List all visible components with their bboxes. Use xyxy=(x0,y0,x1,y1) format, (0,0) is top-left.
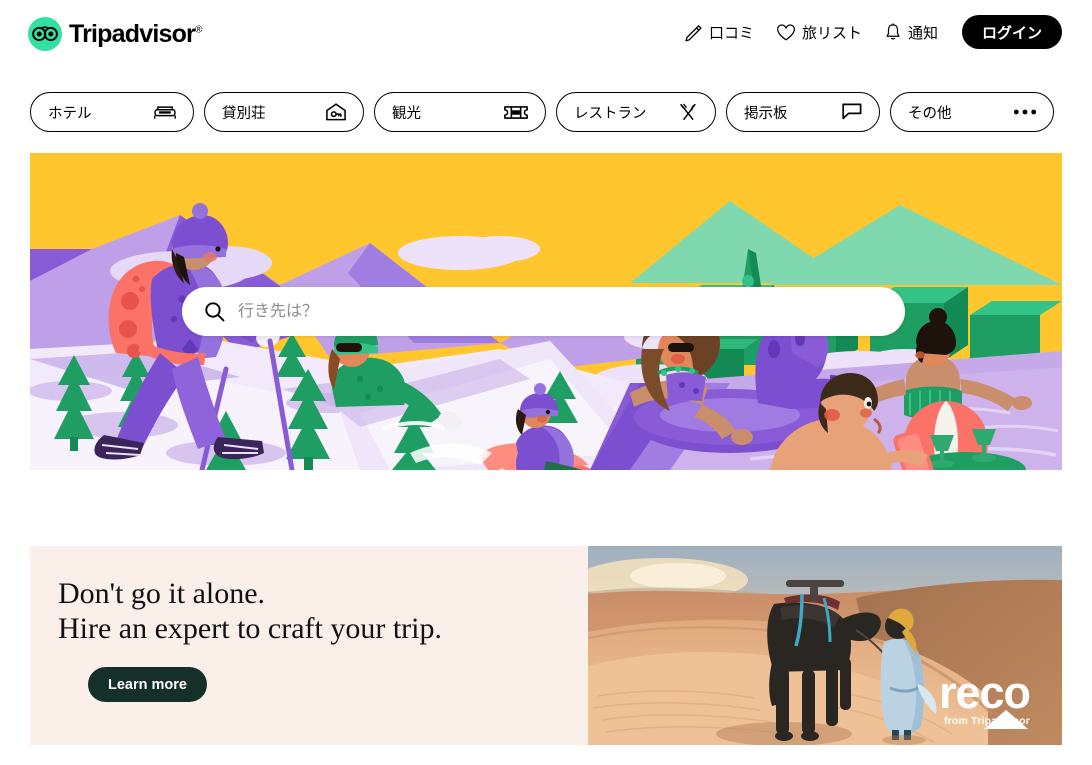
ellipsis-icon xyxy=(1013,108,1037,116)
promo-image[interactable]: reco from Tripadvisor xyxy=(588,546,1062,745)
learn-more-button[interactable]: Learn more xyxy=(88,667,207,702)
promo-text-panel: Don't go it alone. Hire an expert to cra… xyxy=(30,546,588,745)
bed-icon xyxy=(153,103,177,121)
tab-things-to-do[interactable]: 観光 xyxy=(374,92,546,132)
tab-more[interactable]: その他 xyxy=(890,92,1054,132)
heart-icon xyxy=(776,23,796,42)
tab-hotels[interactable]: ホテル xyxy=(30,92,194,132)
promo-headline-line1: Don't go it alone. xyxy=(58,577,266,610)
nav-item-trips[interactable]: 旅リスト xyxy=(776,14,862,50)
nav-label-notifications: 通知 xyxy=(907,24,938,42)
tab-label-forums: 掲示板 xyxy=(744,105,788,122)
tab-forums[interactable]: 掲示板 xyxy=(726,92,880,132)
brand-name: Tripadvisor® xyxy=(69,19,202,48)
nav-item-notifications[interactable]: 通知 xyxy=(884,14,938,50)
brand-trademark: ® xyxy=(194,24,202,36)
tab-restaurants[interactable]: レストラン xyxy=(556,92,716,132)
speech-bubble-icon xyxy=(841,102,863,122)
reco-promo-banner: Don't go it alone. Hire an expert to cra… xyxy=(30,546,1062,745)
category-tabs: ホテル 貸別荘 観光 レストラン 掲示板 その他 xyxy=(30,92,1054,132)
pencil-icon xyxy=(684,23,703,42)
nav-label-trips: 旅リスト xyxy=(801,24,862,42)
tripadvisor-logo[interactable]: Tripadvisor® xyxy=(28,17,202,51)
bell-icon xyxy=(884,22,902,42)
promo-headline-line2: Hire an expert to craft your trip. xyxy=(58,612,443,645)
promo-headline: Don't go it alone. Hire an expert to cra… xyxy=(58,576,588,646)
login-button[interactable]: ログイン xyxy=(961,15,1062,49)
tab-label-things-to-do: 観光 xyxy=(392,105,421,122)
tab-label-more: その他 xyxy=(908,105,952,122)
nav-label-reviews: 口コミ xyxy=(708,24,754,42)
search-input[interactable] xyxy=(238,302,838,321)
tab-label-hotels: ホテル xyxy=(48,105,92,122)
site-header: Tripadvisor® 口コミ 旅リスト 通知 ログイン xyxy=(0,0,1092,70)
house-key-icon xyxy=(325,102,347,122)
nav-item-reviews[interactable]: 口コミ xyxy=(684,14,754,50)
search-icon xyxy=(204,301,225,322)
tab-label-restaurants: レストラン xyxy=(574,105,647,122)
ticket-icon xyxy=(503,104,529,121)
tab-vacation-rentals[interactable]: 貸別荘 xyxy=(204,92,364,132)
tab-label-vacation-rentals: 貸別荘 xyxy=(222,105,266,122)
tripadvisor-owl-icon xyxy=(28,17,62,51)
fork-knife-icon xyxy=(677,102,699,122)
destination-search-box[interactable] xyxy=(182,287,905,336)
header-nav: 口コミ 旅リスト 通知 ログイン xyxy=(684,14,1062,50)
